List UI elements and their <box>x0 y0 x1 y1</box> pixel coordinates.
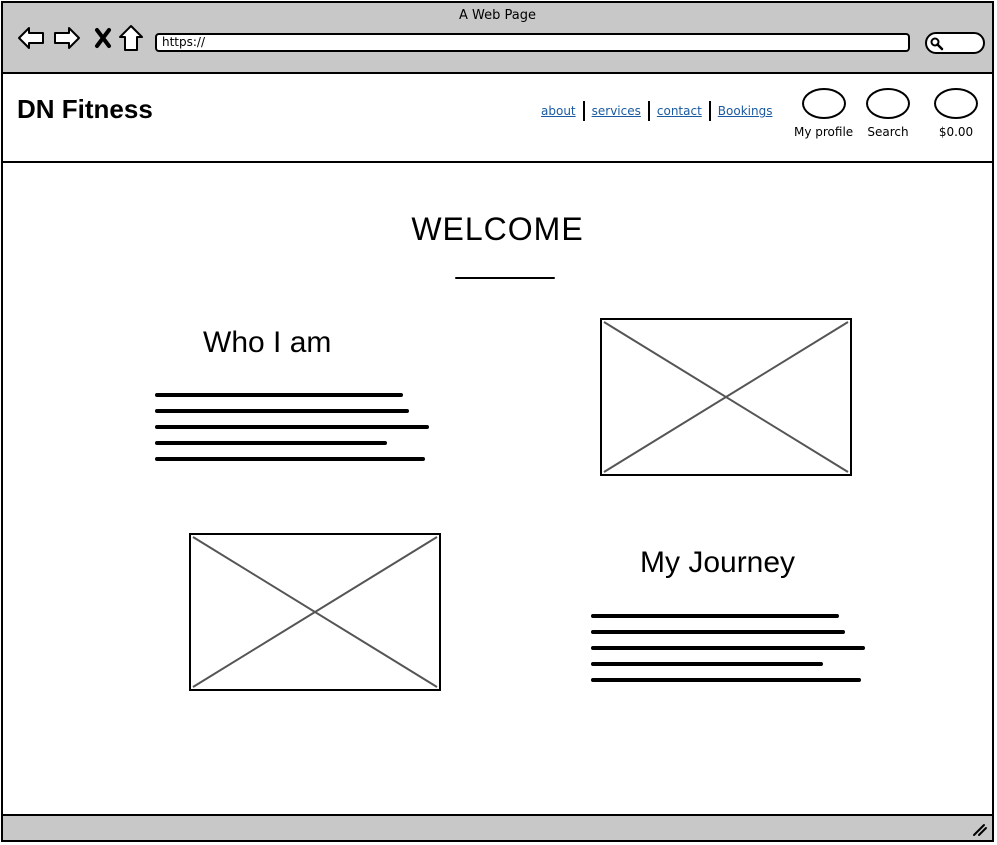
image-placeholder <box>189 533 441 691</box>
window-title: A Web Page <box>459 8 536 23</box>
url-bar[interactable]: https:// <box>155 33 910 52</box>
nav-link-bookings[interactable]: Bookings <box>711 104 780 118</box>
nav-link-services[interactable]: services <box>585 104 648 118</box>
cart-icon <box>934 88 978 119</box>
search-button[interactable]: Search <box>866 88 910 139</box>
image-placeholder <box>600 318 852 476</box>
nav-link-contact[interactable]: contact <box>650 104 709 118</box>
search-icon <box>930 37 944 51</box>
close-icon[interactable] <box>88 23 118 53</box>
main-nav: about services contact Bookings <box>534 101 779 121</box>
site-header: DN Fitness about services contact Bookin… <box>3 74 992 163</box>
my-journey-heading: My Journey <box>640 546 796 579</box>
home-icon[interactable] <box>116 23 146 53</box>
cart-button[interactable]: $0.00 <box>934 88 978 139</box>
my-journey-text-scribble <box>591 614 865 682</box>
who-i-am-heading: Who I am <box>203 326 332 359</box>
back-arrow-icon[interactable] <box>16 23 46 53</box>
site-logo[interactable]: DN Fitness <box>17 94 153 125</box>
browser-search-box[interactable] <box>925 32 985 54</box>
status-bar <box>3 814 992 840</box>
profile-icon <box>801 88 846 119</box>
resize-grip-icon[interactable] <box>972 823 988 837</box>
title-underline <box>455 277 555 279</box>
browser-toolbar: A Web Page https:// <box>3 3 992 74</box>
who-i-am-text-scribble <box>155 393 429 461</box>
browser-window: A Web Page https:// DN Fitness about ser… <box>1 1 994 842</box>
search-oval-icon <box>866 88 910 119</box>
page-title: WELCOME <box>411 211 584 247</box>
cart-total: $0.00 <box>938 125 974 139</box>
my-profile-label: My profile <box>794 125 854 139</box>
nav-link-about[interactable]: about <box>534 104 583 118</box>
search-label: Search <box>867 125 909 139</box>
forward-arrow-icon[interactable] <box>52 23 82 53</box>
my-profile-button[interactable]: My profile <box>794 88 853 139</box>
